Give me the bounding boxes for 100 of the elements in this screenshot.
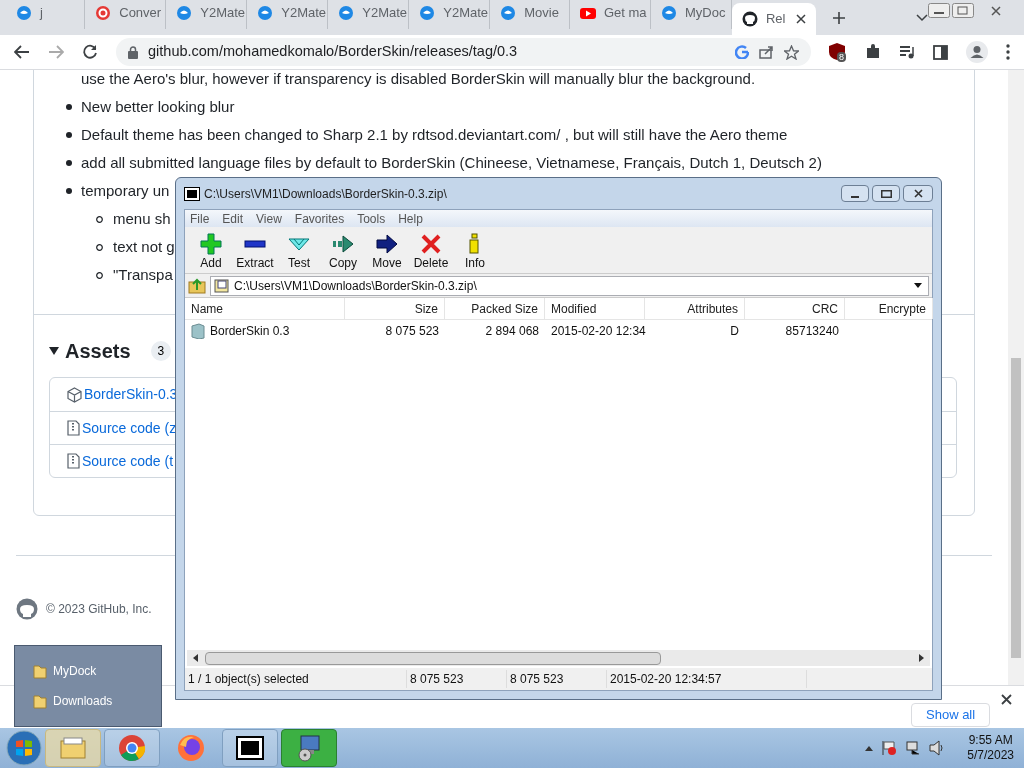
release-note-text: menu sh bbox=[113, 210, 171, 227]
flag-icon bbox=[881, 740, 898, 756]
back-icon[interactable] bbox=[14, 45, 30, 59]
browser-tab[interactable]: j bbox=[6, 0, 86, 29]
toolbar-button[interactable]: Add bbox=[191, 233, 231, 270]
browser-tab[interactable]: Y2Mate bbox=[328, 0, 410, 29]
scroll-left-icon[interactable] bbox=[192, 654, 200, 662]
lock-icon bbox=[128, 45, 138, 59]
browser-tab[interactable]: Y2Mate bbox=[166, 0, 248, 29]
show-all-button[interactable]: Show all bbox=[911, 703, 991, 727]
swirl-logo-icon bbox=[95, 5, 112, 21]
copyright-text: © 2023 GitHub, Inc. bbox=[46, 601, 152, 618]
star-icon bbox=[784, 44, 799, 60]
jump-list-item[interactable]: MyDock bbox=[33, 662, 161, 680]
table-cell-text: 85713240 bbox=[784, 323, 840, 340]
browser-tab[interactable]: Rel bbox=[731, 3, 816, 35]
playlist-icon bbox=[899, 45, 915, 59]
side-panel-icon bbox=[933, 44, 948, 60]
bullet-icon bbox=[66, 132, 72, 138]
bullet-icon bbox=[96, 272, 103, 279]
column-header[interactable]: Encrypte bbox=[845, 298, 933, 319]
toolbar-button[interactable]: Info bbox=[455, 233, 495, 270]
github-logo-icon bbox=[741, 11, 758, 27]
column-header[interactable]: Size bbox=[345, 298, 445, 319]
reload-icon bbox=[82, 44, 98, 60]
bullet-icon bbox=[66, 160, 72, 166]
toolbar-button[interactable]: Copy bbox=[323, 233, 363, 270]
column-header[interactable]: Packed Size bbox=[445, 298, 545, 319]
menu-item[interactable]: Favorites bbox=[294, 209, 345, 228]
arrow-right-icon bbox=[376, 233, 398, 255]
menu-icon bbox=[1006, 44, 1010, 60]
taskbar-button[interactable] bbox=[222, 729, 278, 767]
swirl-logo-icon bbox=[660, 5, 677, 21]
swirl-logo-icon bbox=[338, 5, 355, 21]
chevron-up-icon[interactable] bbox=[865, 745, 874, 751]
toolbar-button[interactable]: Extract bbox=[235, 233, 275, 270]
browser-tab[interactable]: Get ma bbox=[569, 0, 651, 29]
status-text: 1 / 1 object(s) selected bbox=[185, 670, 407, 688]
clock-time: 9:55 AM bbox=[968, 733, 1013, 748]
browser-tab[interactable]: Movie bbox=[490, 0, 570, 29]
folder-up-icon[interactable] bbox=[188, 277, 206, 294]
swirl-logo-icon bbox=[419, 5, 436, 21]
column-header[interactable]: Modified bbox=[545, 298, 645, 319]
github-logo-icon bbox=[16, 598, 38, 620]
toolbar-button[interactable]: Delete bbox=[411, 233, 451, 270]
status-text: 8 075 523 bbox=[407, 670, 507, 688]
expand-triangle-icon[interactable] bbox=[49, 347, 59, 355]
release-note-text: New better looking blur bbox=[81, 98, 235, 115]
extension-badge: 8 bbox=[837, 52, 846, 62]
toolbar-button[interactable]: Move bbox=[367, 233, 407, 270]
path-field[interactable]: C:\Users\VM1\Downloads\BorderSkin-0.3.zip\ bbox=[210, 275, 929, 296]
puzzle-icon bbox=[865, 44, 881, 60]
menu-item[interactable]: Help bbox=[398, 209, 423, 228]
browser-tab[interactable]: Y2Mate bbox=[247, 0, 329, 29]
maximize-icon bbox=[880, 189, 892, 198]
speaker-icon bbox=[929, 740, 946, 756]
maximize-button[interactable] bbox=[872, 185, 900, 202]
asset-link[interactable]: Source code (t bbox=[82, 450, 174, 472]
table-cell-text: 2 894 068 bbox=[484, 323, 540, 340]
folder-icon bbox=[33, 663, 47, 679]
browser-tab[interactable]: Conver bbox=[85, 0, 167, 29]
menu-item[interactable]: View bbox=[256, 209, 282, 228]
scroll-right-icon[interactable] bbox=[917, 654, 925, 662]
chrome-icon bbox=[117, 733, 147, 763]
column-header[interactable]: CRC bbox=[745, 298, 845, 319]
forward-icon bbox=[48, 45, 64, 59]
release-note-text: temporary un bbox=[81, 182, 170, 199]
menu-item[interactable]: File bbox=[190, 209, 210, 228]
asset-link[interactable]: BorderSkin-0.3 bbox=[84, 384, 178, 405]
restore-icon bbox=[952, 3, 974, 18]
menu-item[interactable]: Tools bbox=[357, 209, 386, 228]
count-badge: 3 bbox=[150, 341, 172, 361]
start-button[interactable] bbox=[6, 730, 42, 766]
release-note-text: add all submitted language files by default to BorderSkin (Chineese, Vietnamese, Français, Dutch 1, Deutsch 2) bbox=[81, 154, 822, 171]
bullet-icon bbox=[96, 244, 103, 251]
asset-link[interactable]: Source code (z bbox=[82, 417, 177, 439]
package-icon bbox=[67, 386, 82, 403]
column-header[interactable]: Attributes bbox=[645, 298, 745, 319]
close-icon[interactable] bbox=[1001, 694, 1012, 705]
menu-item[interactable]: Edit bbox=[222, 209, 244, 228]
toolbar-button[interactable]: Test bbox=[279, 233, 319, 270]
7z-logo-icon bbox=[235, 733, 265, 763]
minimize-icon bbox=[851, 196, 859, 198]
release-note-text: use the Aero's blur, however if transparency is disabled BorderSkin will manually blur the background. bbox=[81, 70, 757, 88]
address-bar[interactable]: github.com/mohamedkomalo/BorderSkin/releases/tag/0.3 bbox=[116, 38, 811, 66]
table-cell: BorderSkin 0.3 bbox=[185, 322, 345, 340]
jump-list-item[interactable]: Downloads bbox=[33, 692, 161, 710]
zip-file-icon bbox=[67, 453, 80, 469]
scrollbar[interactable] bbox=[1008, 70, 1024, 685]
column-header[interactable]: Name bbox=[185, 298, 345, 319]
play-logo-icon bbox=[579, 5, 596, 21]
close-icon bbox=[913, 189, 923, 198]
network-icon bbox=[905, 740, 922, 756]
minimize-button[interactable] bbox=[841, 185, 869, 202]
browser-tab[interactable]: MyDoc bbox=[650, 0, 732, 29]
release-note-text: "Transpa bbox=[113, 266, 173, 283]
scrollbar-thumb[interactable] bbox=[205, 651, 661, 665]
browser-tab[interactable]: Y2Mate bbox=[409, 0, 491, 29]
close-button[interactable] bbox=[903, 185, 933, 202]
table-cell-text: 2015-02-20 12:34 bbox=[550, 323, 645, 340]
